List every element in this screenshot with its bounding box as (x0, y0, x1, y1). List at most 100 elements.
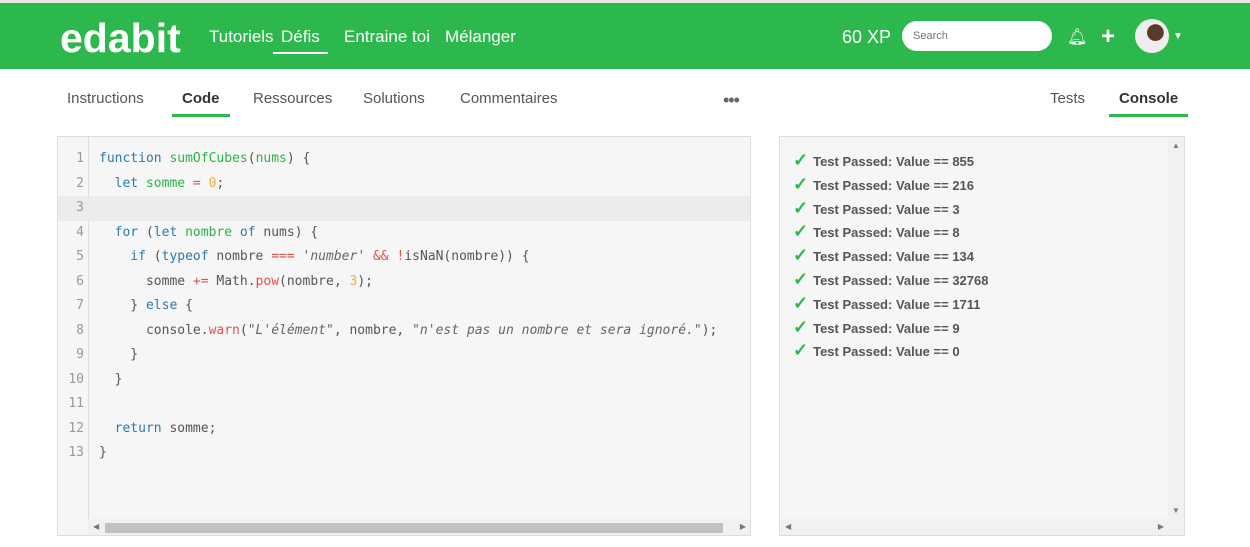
tab-solutions[interactable]: Solutions (363, 90, 425, 107)
code-lines[interactable]: 1 function sumOfCubes(nums) {2 let somme … (58, 147, 750, 466)
code-line[interactable]: 5 if (typeof nombre === 'number' && !isN… (58, 245, 750, 270)
tab-commentaires[interactable]: Commentaires (460, 90, 558, 107)
code-line[interactable]: 7 } else { (58, 294, 750, 319)
code-token: ( (239, 322, 248, 338)
bell-icon[interactable]: 🔔︎ (1067, 27, 1087, 47)
test-result-text: Test Passed: Value == 1711 (813, 296, 981, 312)
xp-count: 60 XP (842, 27, 892, 47)
code-line[interactable]: 1 function sumOfCubes(nums) { (58, 147, 750, 172)
code-line[interactable]: 6 somme += Math.pow(nombre, 3); (58, 270, 750, 295)
code-editor[interactable]: 1 function sumOfCubes(nums) {2 let somme … (57, 136, 751, 536)
test-result-text: Test Passed: Value == 134 (813, 249, 975, 265)
test-result-text: Test Passed: Value == 0 (813, 344, 960, 360)
check-icon: ✓ (793, 316, 809, 337)
test-result: ✓ Test Passed: Value == 9 (793, 317, 960, 338)
avatar[interactable] (1135, 19, 1169, 53)
code-line[interactable]: 11 (58, 392, 750, 417)
horizontal-scrollbar[interactable]: ◀ ▶ (780, 519, 1168, 535)
nav-melanger[interactable]: Mélanger (445, 27, 516, 47)
code-token: && (372, 249, 389, 264)
code-token: 'number' (302, 249, 366, 264)
code-token: += (192, 273, 209, 289)
code-token: ( (153, 249, 162, 264)
code-token: nombre (216, 249, 272, 264)
plus-icon[interactable]: + (1101, 23, 1115, 51)
code-token: of (232, 224, 264, 240)
code-token: } (99, 347, 139, 362)
nav-defis[interactable]: Défis (273, 27, 328, 54)
test-result-text: Test Passed: Value == 216 (813, 177, 975, 193)
code-token: if (99, 249, 154, 264)
code-line[interactable]: 9 } (58, 343, 750, 368)
line-number: 6 (76, 273, 84, 289)
tab-console[interactable]: Console (1109, 90, 1189, 117)
code-token: nums) { (263, 224, 319, 240)
code-token: else (145, 298, 178, 313)
horizontal-scrollbar[interactable]: ◀ ▶ (88, 519, 750, 535)
code-token: , nombre, (333, 322, 413, 338)
line-number: 5 (76, 249, 84, 264)
search-input[interactable] (902, 21, 1052, 51)
check-icon: ✓ (793, 150, 809, 170)
test-result: ✓ Test Passed: Value == 855 (793, 150, 974, 171)
line-number: 7 (76, 298, 84, 313)
code-line[interactable]: 3 (58, 196, 750, 221)
tab-ressources[interactable]: Ressources (253, 90, 332, 107)
line-number: 11 (68, 396, 84, 411)
line-number: 10 (68, 371, 84, 387)
code-token: typeof (161, 249, 217, 264)
logo[interactable]: edabit (60, 15, 181, 62)
chevron-down-icon[interactable]: ▼ (1173, 31, 1183, 42)
code-line[interactable]: 8 console.warn("L'élément", nombre, "n'e… (58, 319, 750, 344)
code-line[interactable]: 2 let somme = 0; (58, 172, 750, 197)
tab-instructions[interactable]: Instructions (67, 90, 144, 107)
code-token: let (99, 175, 146, 191)
test-result: ✓ Test Passed: Value == 32768 (793, 269, 988, 290)
line-number: 9 (76, 347, 84, 362)
check-icon: ✓ (793, 197, 809, 218)
code-token: warn (208, 322, 240, 338)
code-token: for (99, 224, 146, 240)
test-result-text: Test Passed: Value == 9 (813, 320, 960, 336)
code-token: pow (255, 273, 280, 289)
code-token: console. (99, 322, 209, 338)
code-token: ( (145, 224, 154, 240)
code-line[interactable]: 10 } (58, 368, 750, 393)
more-icon[interactable]: ••• (723, 90, 740, 111)
test-result-text: Test Passed: Value == 8 (813, 225, 960, 241)
vertical-scrollbar[interactable]: ▲ ▼ (1168, 137, 1184, 535)
tab-code[interactable]: Code (172, 90, 230, 117)
code-token: return (99, 420, 170, 436)
line-number: 3 (76, 200, 84, 215)
line-number: 13 (68, 445, 84, 460)
code-line[interactable]: 13} (58, 441, 750, 466)
nav-tutoriels[interactable]: Tutoriels (209, 27, 274, 47)
code-token: somme (99, 273, 193, 289)
code-token: ); (357, 273, 373, 289)
code-token: ) { (286, 151, 311, 166)
code-token: sumOfCubes (169, 151, 248, 166)
line-number: 1 (76, 151, 84, 166)
code-token: ( (247, 151, 256, 166)
code-token: nombre (185, 224, 233, 240)
code-token: } (99, 298, 146, 313)
code-token: } (99, 371, 123, 387)
test-result: ✓ Test Passed: Value == 1711 (793, 293, 981, 314)
test-result: ✓ Test Passed: Value == 134 (793, 245, 974, 266)
console-panel: ▲ ▼ ◀ ▶ ✓ Test Passed: Value == 855 ✓ Test Pa… (779, 136, 1185, 536)
code-token: { (177, 298, 193, 313)
code-line[interactable]: 12 return somme; (58, 417, 750, 442)
test-result: ✓ Test Passed: Value == 8 (793, 221, 960, 242)
nav-entraine-toi[interactable]: Entraine toi (344, 27, 430, 47)
code-line[interactable]: 4 for (let nombre of nums) { (58, 221, 750, 246)
navbar: edabit Tutoriels Défis Entraine toi Méla… (0, 3, 1250, 69)
test-result: ✓ Test Passed: Value == 216 (793, 174, 974, 195)
code-token: somme (145, 175, 186, 191)
test-result: ✓ Test Passed: Value == 0 (793, 340, 960, 361)
tab-tests[interactable]: Tests (1050, 90, 1085, 107)
line-number: 2 (76, 175, 84, 191)
check-icon: ✓ (793, 269, 809, 289)
test-result-text: Test Passed: Value == 855 (813, 154, 975, 169)
